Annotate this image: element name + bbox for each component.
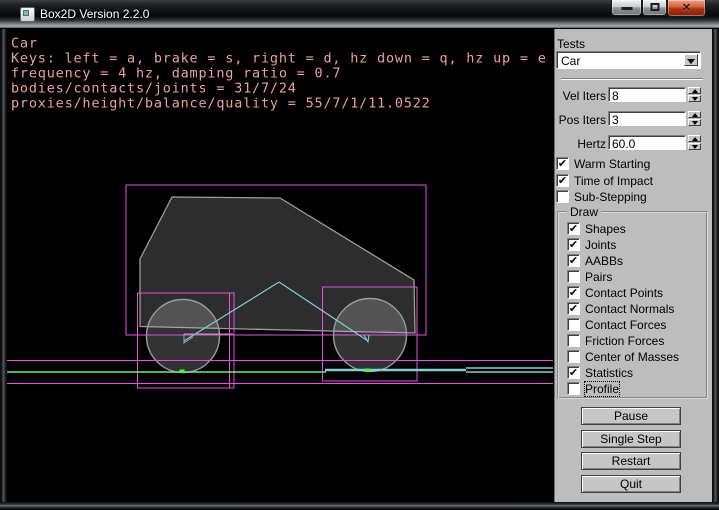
chevron-down-icon xyxy=(687,59,695,64)
friction-forces-checkbox[interactable] xyxy=(567,334,580,347)
hertz-label: Hertz xyxy=(555,137,606,151)
contact-normals-label[interactable]: Contact Normals xyxy=(585,302,674,316)
statistics-label[interactable]: Statistics xyxy=(585,366,633,380)
vel-iters-spinner xyxy=(688,87,701,102)
hertz-down-button[interactable] xyxy=(688,143,701,150)
vel-iters-field[interactable]: 8 xyxy=(608,87,686,102)
window-border-right xyxy=(712,29,719,502)
window-title: Box2D Version 2.2.0 xyxy=(40,7,149,21)
arrow-up-icon xyxy=(692,113,698,117)
time-of-impact-checkbox[interactable]: ✔ xyxy=(556,174,569,187)
sub-stepping-label[interactable]: Sub-Stepping xyxy=(574,190,647,204)
app-icon-glyph xyxy=(23,10,29,16)
aabbs-checkbox[interactable]: ✔ xyxy=(567,254,580,267)
draw-group-label: Draw xyxy=(567,205,601,219)
simulation-canvas[interactable]: CarKeys: left = a, brake = s, right = d,… xyxy=(7,29,554,502)
contact-points-checkbox[interactable]: ✔ xyxy=(567,286,580,299)
statistics-checkbox[interactable]: ✔ xyxy=(567,366,580,379)
maximize-icon xyxy=(650,3,659,11)
title-bar[interactable]: Box2D Version 2.2.0 ✕ xyxy=(0,0,719,29)
svg-text:Car: Car xyxy=(11,36,38,52)
restart-button[interactable]: Restart xyxy=(581,452,681,470)
joints-checkbox[interactable]: ✔ xyxy=(567,238,580,251)
friction-forces-label[interactable]: Friction Forces xyxy=(585,334,664,348)
separator xyxy=(561,78,703,80)
close-button[interactable]: ✕ xyxy=(667,0,706,17)
scene-svg: CarKeys: left = a, brake = s, right = d,… xyxy=(7,29,554,502)
profile-checkbox[interactable] xyxy=(567,382,580,395)
center-of-masses-label[interactable]: Center of Masses xyxy=(585,350,679,364)
app-window: Box2D Version 2.2.0 ✕ CarKeys: left = a,… xyxy=(0,0,719,510)
warm-starting-checkbox[interactable]: ✔ xyxy=(556,157,569,170)
arrow-down-icon xyxy=(692,145,698,149)
tests-dropdown[interactable]: Car xyxy=(556,51,701,69)
sub-stepping-checkbox[interactable] xyxy=(556,190,569,203)
vel-iters-down-button[interactable] xyxy=(688,95,701,102)
arrow-up-icon xyxy=(692,137,698,141)
contact-forces-label[interactable]: Contact Forces xyxy=(585,318,666,332)
single-step-button[interactable]: Single Step xyxy=(581,430,681,448)
aabbs-label[interactable]: AABBs xyxy=(585,254,623,268)
pos-iters-spinner xyxy=(688,111,701,126)
vel-iters-label: Vel Iters xyxy=(555,89,606,103)
profile-label[interactable]: Profile xyxy=(585,382,619,396)
pos-iters-down-button[interactable] xyxy=(688,119,701,126)
hertz-up-button[interactable] xyxy=(688,135,701,142)
svg-text:bodies/contacts/joints = 31/7/: bodies/contacts/joints = 31/7/24 xyxy=(11,81,297,97)
close-icon: ✕ xyxy=(668,1,705,14)
contact-points-label[interactable]: Contact Points xyxy=(585,286,663,300)
joints-label[interactable]: Joints xyxy=(585,238,616,252)
time-of-impact-label[interactable]: Time of Impact xyxy=(574,174,653,188)
shapes-label[interactable]: Shapes xyxy=(585,222,626,236)
minimize-icon xyxy=(621,7,632,10)
pos-iters-label: Pos Iters xyxy=(555,113,606,127)
window-border-left xyxy=(0,29,7,502)
center-of-masses-checkbox[interactable] xyxy=(567,350,580,363)
svg-text:proxies/height/balance/quality: proxies/height/balance/quality = 55/7/1/… xyxy=(11,96,431,112)
hertz-spinner xyxy=(688,135,701,150)
window-border-bottom xyxy=(0,502,719,510)
hertz-field[interactable]: 60.0 xyxy=(608,135,686,150)
warm-starting-label[interactable]: Warm Starting xyxy=(574,157,650,171)
vel-iters-up-button[interactable] xyxy=(688,87,701,94)
tests-dropdown-button[interactable] xyxy=(684,54,698,66)
quit-button[interactable]: Quit xyxy=(581,475,681,493)
arrow-up-icon xyxy=(692,89,698,93)
contact-normals-checkbox[interactable]: ✔ xyxy=(567,302,580,315)
arrow-down-icon xyxy=(692,121,698,125)
control-panel: Tests Car Vel Iters 8 Pos Iters 3 Hertz … xyxy=(554,29,712,502)
pos-iters-up-button[interactable] xyxy=(688,111,701,118)
shapes-checkbox[interactable]: ✔ xyxy=(567,222,580,235)
minimize-button[interactable] xyxy=(611,0,642,16)
svg-text:frequency = 4 hz, damping rati: frequency = 4 hz, damping ratio = 0.7 xyxy=(11,66,341,82)
maximize-button[interactable] xyxy=(642,0,667,16)
arrow-down-icon xyxy=(692,97,698,101)
tests-dropdown-value: Car xyxy=(561,54,580,68)
pause-button[interactable]: Pause xyxy=(581,407,681,425)
svg-text:Keys: left = a, brake = s, rig: Keys: left = a, brake = s, right = d, hz… xyxy=(11,51,547,67)
pairs-checkbox[interactable] xyxy=(567,270,580,283)
pos-iters-field[interactable]: 3 xyxy=(608,111,686,126)
contact-forces-checkbox[interactable] xyxy=(567,318,580,331)
app-icon[interactable] xyxy=(20,7,35,22)
tests-label: Tests xyxy=(557,37,585,51)
pairs-label[interactable]: Pairs xyxy=(585,270,612,284)
